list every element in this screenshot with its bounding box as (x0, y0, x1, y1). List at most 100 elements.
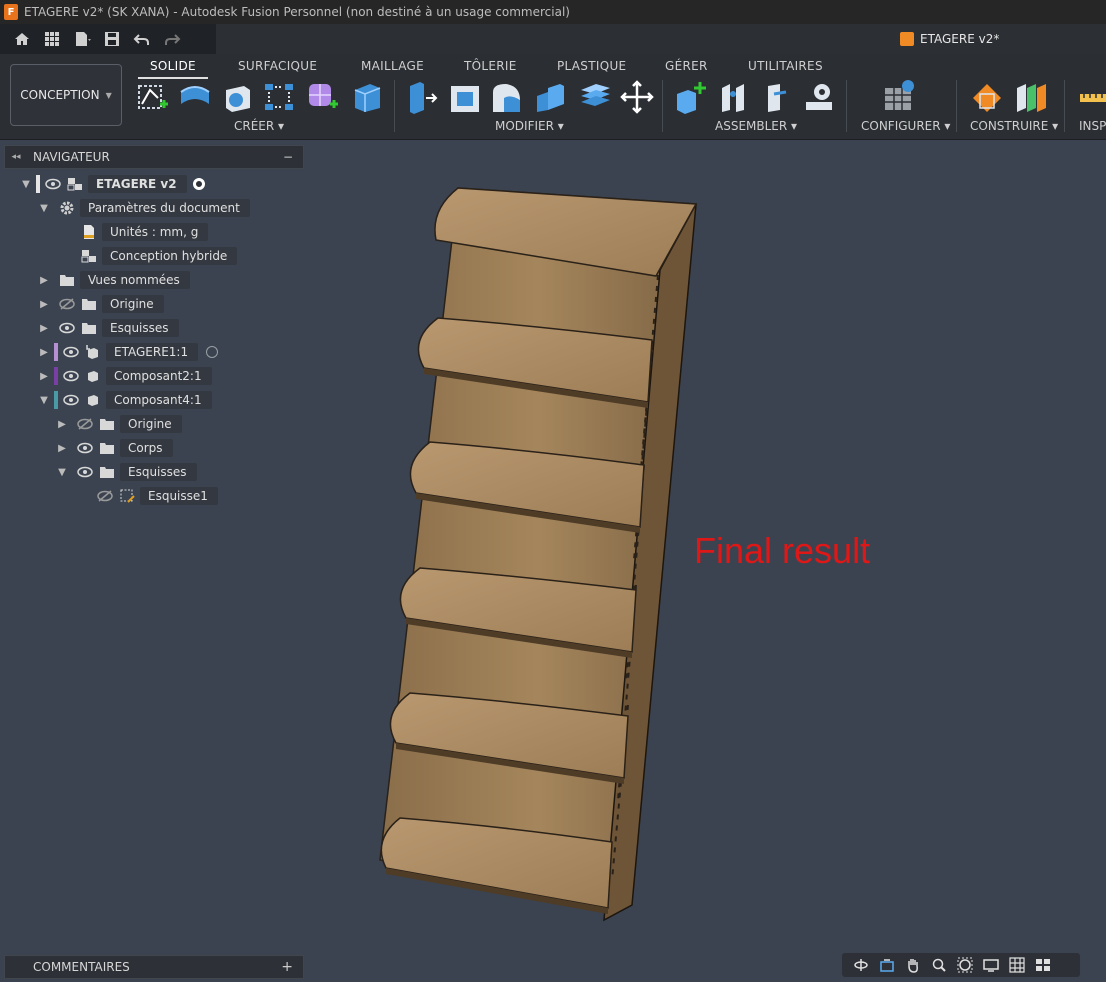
tab-surfacique[interactable]: SURFACIQUE (238, 59, 317, 73)
redo-icon[interactable] (160, 28, 184, 50)
as-built-joint-icon[interactable] (760, 80, 794, 114)
joint-icon[interactable] (718, 80, 752, 114)
chevron-down-icon[interactable]: ▼ (56, 467, 68, 478)
eye-icon[interactable] (76, 465, 94, 479)
chevron-right-icon[interactable]: ▶ (56, 443, 68, 454)
eye-icon[interactable] (76, 441, 94, 455)
chevron-down-icon[interactable]: ▼ (38, 395, 50, 406)
tree-row-origin[interactable]: ▶ Origine (38, 294, 164, 314)
pan-hand-icon[interactable] (902, 955, 924, 975)
chevron-right-icon[interactable]: ▶ (38, 275, 50, 286)
eye-icon[interactable] (58, 321, 76, 335)
grid-settings-icon[interactable] (1006, 955, 1028, 975)
eye-icon[interactable] (62, 369, 80, 383)
group-separator (394, 80, 395, 132)
eye-hidden-icon[interactable] (58, 297, 76, 311)
activate-radio-icon[interactable] (206, 346, 219, 358)
press-pull-icon[interactable] (404, 80, 438, 114)
zoom-icon[interactable] (928, 955, 950, 975)
create-form-icon[interactable] (306, 80, 340, 114)
fillet-icon[interactable] (448, 80, 482, 114)
tree-label: ETAGERE v2 (88, 175, 187, 193)
extrude-icon[interactable] (178, 80, 212, 114)
chamfer-icon[interactable] (490, 80, 524, 114)
document-tab[interactable]: ETAGERE v2* (900, 24, 999, 54)
comments-panel-header[interactable]: COMMENTAIRES + (4, 955, 304, 979)
chevron-down-icon[interactable]: ▼ (20, 179, 32, 190)
move-icon[interactable] (620, 80, 654, 114)
tree-row-sketches-child[interactable]: ▼ Esquisses (56, 462, 197, 482)
tab-gerer[interactable]: GÉRER (665, 59, 708, 73)
component-icon (84, 392, 102, 408)
activate-radio-icon[interactable] (192, 178, 205, 190)
undo-icon[interactable] (130, 28, 154, 50)
tree-row-units[interactable]: Unités : mm, g (76, 222, 209, 242)
component-color-bar (54, 343, 58, 361)
tree-row-named-views[interactable]: ▶ Vues nommées (38, 270, 190, 290)
add-comment-icon[interactable]: + (281, 959, 293, 975)
navigator-panel-header[interactable]: ◂◂ NAVIGATEUR − (4, 145, 304, 169)
new-component-icon[interactable] (674, 80, 708, 114)
file-icon[interactable] (70, 28, 94, 50)
box-icon[interactable] (350, 80, 384, 114)
configure-table-icon[interactable] (882, 80, 916, 114)
eye-hidden-icon[interactable] (96, 489, 114, 503)
eye-icon[interactable] (62, 345, 80, 359)
group-assembler[interactable]: ASSEMBLER ▾ (715, 119, 797, 133)
tree-row-component-2[interactable]: ▶ Composant2:1 (38, 366, 212, 386)
home-icon[interactable] (10, 28, 34, 50)
offset-plane-icon[interactable] (970, 80, 1004, 114)
chevron-right-icon[interactable]: ▶ (56, 419, 68, 430)
group-inspecter[interactable]: INSP (1079, 119, 1106, 133)
chevron-right-icon[interactable]: ▶ (38, 323, 50, 334)
combine-icon[interactable] (578, 80, 612, 114)
document-units-icon (80, 224, 98, 240)
look-at-icon[interactable] (876, 955, 898, 975)
workspace-switcher-button[interactable]: CONCEPTION ▼ (10, 64, 122, 126)
chevron-down-icon[interactable]: ▼ (38, 203, 50, 214)
save-icon[interactable] (100, 28, 124, 50)
eye-icon[interactable] (44, 177, 62, 191)
orbit-icon[interactable] (850, 955, 872, 975)
motion-link-icon[interactable] (802, 80, 836, 114)
eye-icon[interactable] (62, 393, 80, 407)
grid-icon[interactable] (40, 28, 64, 50)
component-color-bar (54, 391, 58, 409)
tree-row-document-settings[interactable]: ▼ Paramètres du document (38, 198, 250, 218)
midplane-icon[interactable] (1014, 80, 1048, 114)
collapse-panel-icon[interactable]: ◂◂ (5, 152, 27, 162)
group-modifier[interactable]: MODIFIER ▾ (495, 119, 564, 133)
tree-row-sketches[interactable]: ▶ Esquisses (38, 318, 179, 338)
revolve-icon[interactable] (220, 80, 254, 114)
hybrid-design-icon (80, 248, 98, 264)
shell-icon[interactable] (534, 80, 568, 114)
group-configurer[interactable]: CONFIGURER ▾ (861, 119, 950, 133)
viewports-icon[interactable] (1032, 955, 1054, 975)
tree-row-bodies[interactable]: ▶ Corps (56, 438, 173, 458)
tree-row-root[interactable]: ▼ ETAGERE v2 (20, 174, 205, 194)
minimize-icon[interactable]: − (283, 150, 293, 164)
chevron-right-icon[interactable]: ▶ (38, 371, 50, 382)
bookshelf-3d-model[interactable] (370, 180, 710, 930)
pattern-icon[interactable] (262, 80, 296, 114)
fit-icon[interactable] (954, 955, 976, 975)
gear-icon (58, 200, 76, 216)
create-sketch-icon[interactable] (136, 80, 170, 114)
tab-plastique[interactable]: PLASTIQUE (557, 59, 626, 73)
tree-row-hybrid-design[interactable]: Conception hybride (76, 246, 238, 266)
chevron-right-icon[interactable]: ▶ (38, 347, 50, 358)
group-creer[interactable]: CRÉER ▾ (234, 119, 284, 133)
tab-maillage[interactable]: MAILLAGE (361, 59, 424, 73)
display-settings-icon[interactable] (980, 955, 1002, 975)
tab-tolerie[interactable]: TÔLERIE (464, 59, 517, 73)
tree-row-origin-child[interactable]: ▶ Origine (56, 414, 182, 434)
tab-solide[interactable]: SOLIDE (138, 59, 208, 79)
tree-row-component-4[interactable]: ▼ Composant4:1 (38, 390, 212, 410)
measure-icon[interactable] (1078, 80, 1106, 114)
tab-utilitaires[interactable]: UTILITAIRES (748, 59, 823, 73)
tree-row-sketch-1[interactable]: Esquisse1 (92, 486, 218, 506)
chevron-right-icon[interactable]: ▶ (38, 299, 50, 310)
group-construire[interactable]: CONSTRUIRE ▾ (970, 119, 1058, 133)
tree-row-component-etagere[interactable]: ▶ ETAGERE1:1 (38, 342, 219, 362)
eye-hidden-icon[interactable] (76, 417, 94, 431)
